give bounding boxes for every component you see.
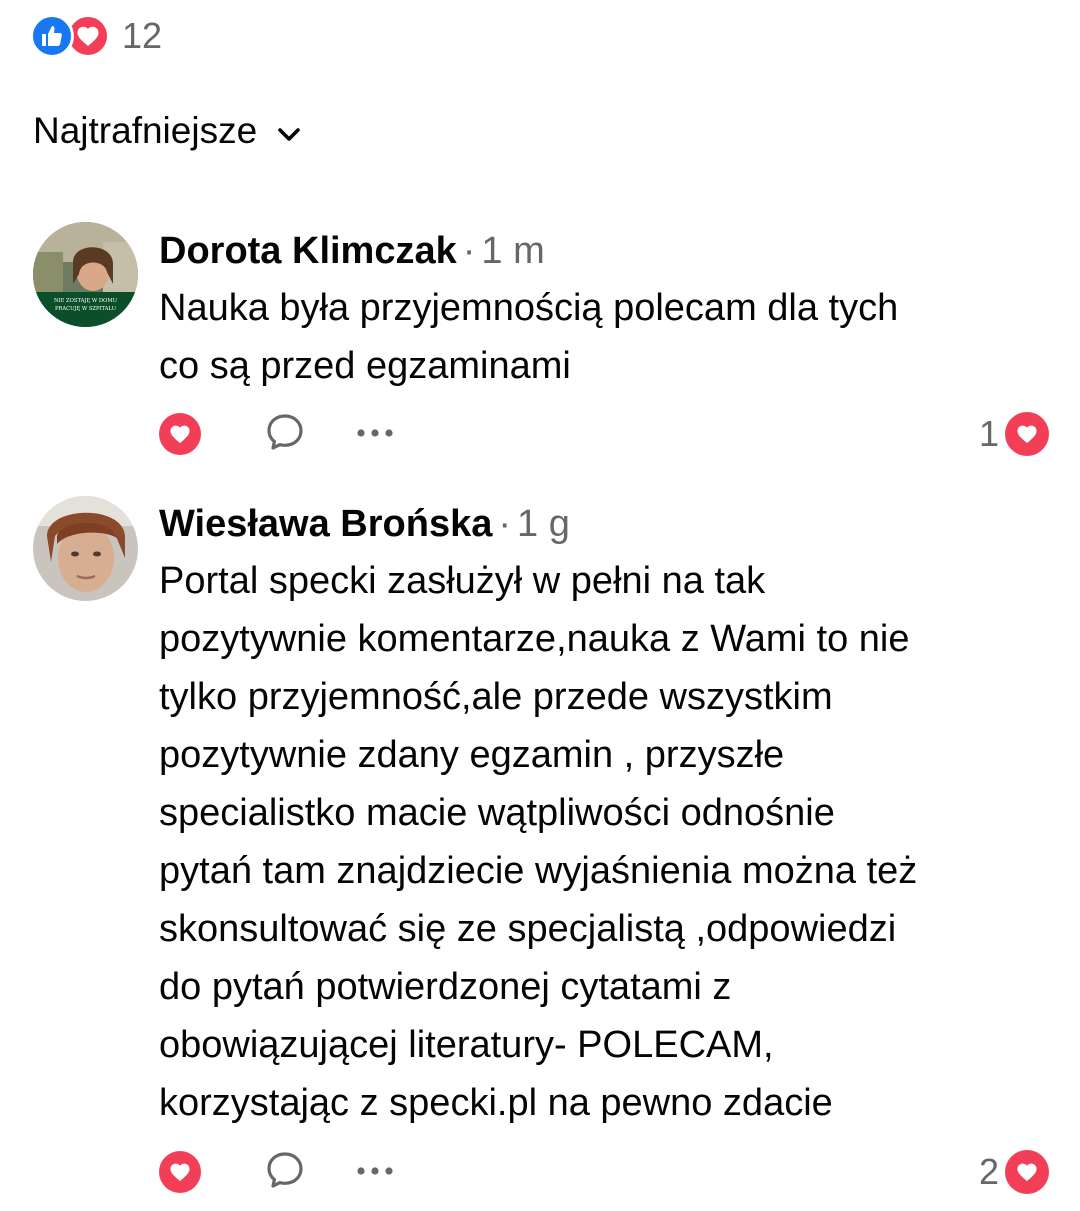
like-icon	[30, 14, 74, 58]
comments-page: 12 Najtrafniejsze NIE ZOSTAJĘ W DOMU PRA…	[0, 0, 1080, 1211]
comment-header: Dorota Klimczak · 1 m	[159, 225, 1039, 277]
love-icon	[159, 1151, 201, 1193]
reply-button[interactable]	[263, 1147, 307, 1197]
comment-author[interactable]: Wiesława Brońska	[159, 503, 492, 545]
comment-reaction-count[interactable]: 2	[979, 1147, 1049, 1197]
love-icon	[1005, 412, 1049, 456]
reaction-count-value: 1	[978, 413, 999, 454]
comment-header: Wiesława Brońska · 1 g	[159, 498, 1039, 550]
more-icon	[355, 425, 395, 443]
more-button[interactable]	[355, 1147, 395, 1197]
comment-actions: 1	[159, 409, 1049, 459]
comment-text: Nauka była przyjemnością polecam dla tyc…	[159, 287, 899, 387]
separator: ·	[498, 503, 512, 545]
reactions-summary[interactable]: 12	[30, 12, 162, 60]
comment-icon	[263, 410, 307, 459]
avatar[interactable]: NIE ZOSTAJĘ W DOMU PRACUJĘ W SZPITALU	[33, 222, 138, 327]
love-react-button[interactable]	[159, 1147, 201, 1197]
reply-button[interactable]	[263, 409, 307, 459]
love-react-button[interactable]	[159, 409, 201, 459]
svg-text:PRACUJĘ W SZPITALU: PRACUJĘ W SZPITALU	[55, 306, 117, 312]
comment-author[interactable]: Dorota Klimczak	[159, 230, 457, 272]
svg-text:NIE ZOSTAJĘ W DOMU: NIE ZOSTAJĘ W DOMU	[54, 298, 118, 304]
reaction-count-value: 2	[978, 1151, 999, 1192]
avatar[interactable]	[33, 496, 138, 601]
love-icon	[159, 413, 201, 455]
chevron-down-icon	[277, 110, 301, 152]
comment-timestamp[interactable]: 1 m	[481, 230, 544, 272]
separator: ·	[462, 230, 476, 272]
comment-actions: 2	[159, 1147, 1049, 1197]
comment-reaction-count[interactable]: 1	[979, 409, 1049, 459]
sort-dropdown[interactable]: Najtrafniejsze	[33, 110, 301, 152]
comment-timestamp[interactable]: 1 g	[517, 503, 570, 545]
comment-text: Portal specki zasłużył w pełni na tak po…	[159, 560, 918, 1124]
more-icon	[355, 1163, 395, 1181]
comment-icon	[263, 1148, 307, 1197]
love-icon	[1005, 1150, 1049, 1194]
reactions-count: 12	[122, 15, 163, 56]
more-button[interactable]	[355, 409, 395, 459]
sort-label: Najtrafniejsze	[33, 110, 258, 151]
